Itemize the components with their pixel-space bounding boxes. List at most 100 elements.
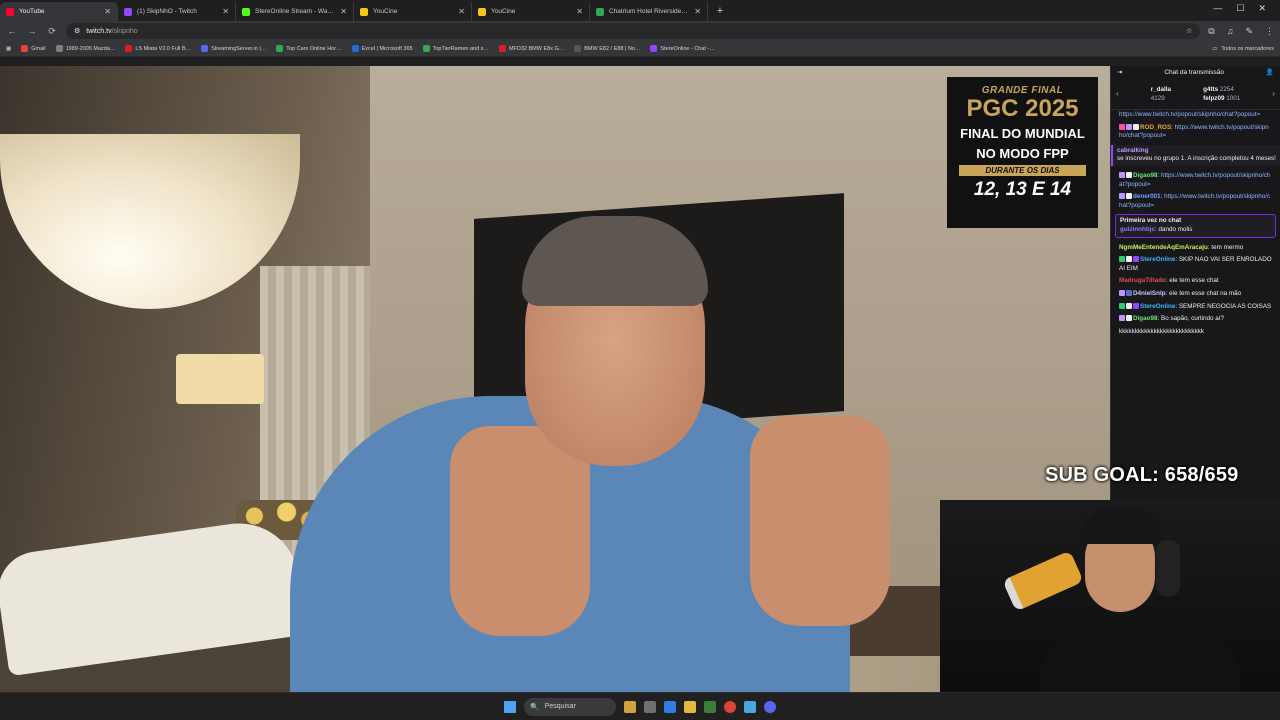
chat-username[interactable]: StereOnline xyxy=(1140,303,1175,310)
extensions-icon[interactable]: ⧉ xyxy=(1208,26,1214,37)
browser-tab[interactable]: (1) SkipNhO - Twitch ✕ xyxy=(118,2,236,21)
close-tab-icon[interactable]: ✕ xyxy=(340,7,347,16)
chat-username[interactable]: MadrugaTiltado xyxy=(1119,277,1166,284)
bookmark-item[interactable]: Excel | Microsoft 365 xyxy=(351,45,413,52)
chat-badge-icon[interactable] xyxy=(1126,123,1132,130)
promo-line2: NO MODO FPP xyxy=(976,146,1069,161)
discord-icon[interactable] xyxy=(764,700,776,713)
chat-username[interactable]: D4nielSnlp xyxy=(1133,290,1166,297)
chat-badge-icon[interactable] xyxy=(1133,302,1139,309)
chat-badge-icon[interactable] xyxy=(1133,123,1139,130)
chat-badge-icon[interactable] xyxy=(1119,289,1125,296)
chat-username[interactable]: StereOnline xyxy=(1140,256,1175,263)
file-explorer-icon[interactable] xyxy=(684,700,696,713)
chevron-left-icon[interactable]: ‹ xyxy=(1116,89,1119,98)
sub-goal-counter: SUB GOAL: 658/659 xyxy=(1045,464,1239,486)
close-window-icon[interactable]: ✕ xyxy=(1258,3,1266,14)
bookmark-item[interactable]: Top Cars Online Hor… xyxy=(276,45,342,52)
maximize-icon[interactable]: ☐ xyxy=(1236,3,1244,14)
chat-badge-icon[interactable] xyxy=(1126,171,1132,178)
chat-badge-icon[interactable] xyxy=(1126,302,1132,309)
address-bar[interactable]: ⚙ twitch.tv/skipnho ☆ xyxy=(66,23,1201,39)
chat-badge-icon[interactable] xyxy=(1126,193,1132,200)
widgets-icon[interactable] xyxy=(624,700,636,713)
video-scene-lamp-small xyxy=(176,354,264,404)
window-controls: — ☐ ✕ xyxy=(1199,0,1280,17)
tab-favicon-icon xyxy=(6,7,14,16)
close-tab-icon[interactable]: ✕ xyxy=(576,7,583,16)
chat-username[interactable]: Digao98 xyxy=(1133,315,1158,322)
tab-title: YouCine xyxy=(491,8,516,15)
tab-favicon-icon xyxy=(242,7,250,16)
site-info-icon[interactable]: ⚙ xyxy=(74,27,80,35)
bookmark-item[interactable]: 1989-2005 Mazda… xyxy=(55,45,116,52)
chat-badge-icon[interactable] xyxy=(1119,256,1125,263)
chat-username[interactable]: cabralking xyxy=(1117,147,1149,154)
all-bookmarks-folder[interactable]: ▭ Todos os marcadores xyxy=(1212,46,1274,52)
back-icon[interactable]: ← xyxy=(6,26,18,36)
store-icon[interactable] xyxy=(704,700,716,713)
collapse-chat-icon[interactable]: ⇥ xyxy=(1117,68,1122,76)
cam-body xyxy=(1040,620,1240,692)
task-view-icon[interactable] xyxy=(644,700,656,713)
apps-grid-icon[interactable]: ▦ xyxy=(6,46,11,52)
bookmark-item[interactable]: BMW E82 / E88 | No… xyxy=(574,45,640,52)
pen-icon[interactable]: ✎ xyxy=(1245,26,1253,37)
chat-username[interactable]: dener001 xyxy=(1133,193,1161,200)
taskbar-search[interactable]: 🔍 Pesquisar xyxy=(524,697,616,716)
chat-username[interactable]: Digao98 xyxy=(1133,172,1158,179)
bookmark-star-icon[interactable]: ☆ xyxy=(1186,27,1192,35)
chrome-icon[interactable] xyxy=(724,700,736,713)
browser-tab[interactable]: Chatrium Hotel Riverside Bang… ✕ xyxy=(590,2,708,21)
chat-message: ROD_ROS: https://www.twitch.tv/popout/sk… xyxy=(1119,123,1269,140)
bookmark-label: 1989-2005 Mazda… xyxy=(65,45,116,52)
bookmark-item[interactable]: StereOnline - Chat -… xyxy=(650,45,715,52)
bookmark-label: Top Cars Online Hor… xyxy=(286,45,342,52)
bookmark-item[interactable]: MFD32 BMW E8x G… xyxy=(498,45,564,52)
chat-badge-icon[interactable] xyxy=(1126,256,1132,263)
new-tab-button[interactable]: + xyxy=(712,3,728,19)
close-tab-icon[interactable]: ✕ xyxy=(222,7,229,16)
bookmark-favicon-icon xyxy=(351,45,359,52)
close-tab-icon[interactable]: ✕ xyxy=(458,7,465,16)
menu-icon[interactable]: ⋮ xyxy=(1265,26,1274,37)
browser-tab[interactable]: StereOnline Stream - Watch Li… ✕ xyxy=(236,2,354,21)
reload-icon[interactable]: ⟳ xyxy=(46,26,58,37)
chat-link[interactable]: https://www.twitch.tv/popout/skipnho/cha… xyxy=(1119,111,1260,118)
chat-users-icon[interactable]: 👤 xyxy=(1266,68,1274,76)
notepad-icon[interactable] xyxy=(744,700,756,713)
all-bookmarks-label: Todos os marcadores xyxy=(1221,45,1274,52)
chat-badge-icon[interactable] xyxy=(1126,315,1132,322)
browser-tab[interactable]: YouCine ✕ xyxy=(472,2,590,21)
promo-dates: 12, 13 E 14 xyxy=(973,179,1072,200)
tab-favicon-icon xyxy=(360,7,368,16)
chat-badge-icon[interactable] xyxy=(1119,123,1125,130)
close-tab-icon[interactable]: ✕ xyxy=(694,7,701,16)
chat-username[interactable]: guizinnhbjc xyxy=(1120,226,1155,233)
chat-badge-icon[interactable] xyxy=(1126,289,1132,296)
bookmark-item[interactable]: LS Miata V2.0 Full B… xyxy=(125,45,191,52)
bookmark-favicon-icon xyxy=(201,45,209,52)
chat-badge-icon[interactable] xyxy=(1119,193,1125,200)
browser-tab[interactable]: YouCine ✕ xyxy=(354,2,472,21)
media-icon[interactable]: ♫ xyxy=(1227,26,1234,37)
browser-tab[interactable]: YouTube ✕ xyxy=(0,2,118,21)
bookmark-item[interactable]: TopTierRamen and s… xyxy=(422,45,489,52)
chat-message: StereOnline: SEMPRE NEGOCIA AS COISAS xyxy=(1119,302,1272,312)
close-tab-icon[interactable]: ✕ xyxy=(104,7,111,16)
gifter-value: 4129 xyxy=(1150,94,1165,102)
chat-badge-icon[interactable] xyxy=(1119,171,1125,178)
bookmark-item[interactable]: Gmail xyxy=(21,45,46,52)
chevron-right-icon[interactable]: › xyxy=(1272,89,1275,98)
windows-start-icon[interactable] xyxy=(504,700,516,713)
video-scene-lamp xyxy=(0,134,300,309)
minimize-icon[interactable]: — xyxy=(1213,3,1222,14)
chat-username[interactable]: ROD_ROS xyxy=(1140,124,1171,131)
chat-badge-icon[interactable] xyxy=(1119,302,1125,309)
chat-username[interactable]: NgmMeEntendeAqEmAracaju xyxy=(1119,244,1208,251)
forward-icon[interactable]: → xyxy=(26,26,38,36)
edge-icon[interactable] xyxy=(664,700,676,713)
chat-badge-icon[interactable] xyxy=(1119,315,1125,322)
bookmark-item[interactable]: StreamingServer.io |… xyxy=(201,45,266,52)
chat-badge-icon[interactable] xyxy=(1133,256,1139,263)
